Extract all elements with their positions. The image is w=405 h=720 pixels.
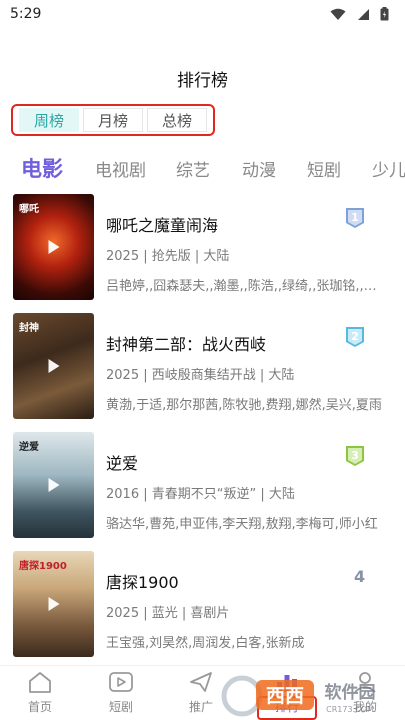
period-tabs: 周榜 月榜 总榜 [11, 104, 215, 136]
poster-caption: 哪吒 [19, 204, 39, 215]
rank-number: 2 [351, 330, 359, 343]
rank-number: 3 [351, 449, 359, 462]
tab-variety[interactable]: 综艺 [176, 150, 210, 186]
battery-icon [380, 7, 389, 21]
tab-monthly[interactable]: 月榜 [83, 108, 143, 132]
movie-cast: 骆达华,曹苑,申亚伟,李天翔,敖翔,李梅可,师小红 [106, 517, 378, 532]
tab-total[interactable]: 总榜 [147, 108, 207, 132]
movie-poster[interactable]: 哪吒 [13, 194, 94, 300]
movie-poster[interactable]: 逆爱 [13, 432, 94, 538]
movie-meta: 2016 | 青春期不只“叛逆” | 大陆 [106, 487, 295, 502]
signal-icon [358, 8, 369, 20]
tab-tv-series[interactable]: 电视剧 [95, 150, 146, 186]
nav-promote-label: 推广 [188, 700, 213, 714]
movie-cast: 王宝强,刘昊然,周润发,白客,张新成 [106, 636, 305, 651]
tab-kids[interactable]: 少儿 [372, 150, 405, 186]
nav-home-label: 首页 [27, 700, 52, 714]
rank-badge-icon: 2 [346, 327, 364, 347]
rank-number: 1 [351, 211, 359, 224]
rank-number: 4 [354, 567, 366, 586]
nav-home[interactable]: 首页 [10, 670, 70, 715]
category-tabs: 电影 电视剧 综艺 动漫 短剧 少儿 [0, 150, 405, 186]
status-icons [330, 7, 389, 21]
tab-anime[interactable]: 动漫 [242, 150, 276, 186]
play-icon [48, 597, 59, 611]
list-item[interactable]: 哪吒 哪吒之魔童闹海 2025 | 抢先版 | 大陆 吕艳婷,,囧森瑟夫,,瀚墨… [0, 190, 405, 300]
status-bar: 5:29 [0, 0, 405, 28]
poster-caption: 唐探1900 [19, 561, 67, 572]
movie-title: 哪吒之魔童闹海 [106, 216, 219, 235]
svg-text:CR173.COM: CR173.COM [326, 705, 374, 714]
poster-caption: 封神 [19, 323, 39, 334]
list-item[interactable]: 逆爱 逆爱 2016 | 青春期不只“叛逆” | 大陆 骆达华,曹苑,申亚伟,李… [0, 428, 405, 538]
poster-caption: 逆爱 [19, 442, 39, 453]
page-title: 排行榜 [177, 71, 228, 91]
rank-badge-icon: 3 [346, 446, 364, 466]
svg-text:软件园: 软件园 [325, 682, 376, 703]
movie-meta: 2025 | 抢先版 | 大陆 [106, 249, 230, 264]
rank-badge-icon: 1 [346, 208, 364, 228]
watermark-logo: 西西 软件园 CR173.COM [221, 675, 376, 717]
nav-short-drama-label: 短剧 [108, 700, 133, 714]
movie-poster[interactable]: 唐探1900 [13, 551, 94, 657]
wifi-icon [330, 8, 346, 20]
nav-short-drama[interactable]: 短剧 [91, 670, 151, 715]
list-item[interactable]: 封神 封神第二部：战火西岐 2025 | 西岐殷商集结开战 | 大陆 黄渤,于适… [0, 309, 405, 419]
movie-meta: 2025 | 蓝光 | 喜剧片 [106, 606, 230, 621]
movie-meta: 2025 | 西岐殷商集结开战 | 大陆 [106, 368, 295, 383]
status-time: 5:29 [10, 6, 42, 22]
play-icon [48, 359, 59, 373]
tab-movies[interactable]: 电影 [21, 150, 63, 186]
play-box-icon [109, 672, 133, 692]
movie-title: 逆爱 [106, 454, 139, 473]
play-icon [48, 478, 59, 492]
tab-weekly[interactable]: 周榜 [19, 108, 79, 132]
movie-cast: 黄渤,于适,那尔那茜,陈牧驰,费翔,娜然,吴兴,夏雨 [106, 398, 382, 413]
tab-short-drama[interactable]: 短剧 [307, 150, 341, 186]
play-icon [48, 240, 59, 254]
movie-title: 封神第二部：战火西岐 [106, 335, 267, 354]
svg-text:西西: 西西 [266, 685, 304, 707]
movie-title: 唐探1900 [106, 573, 179, 592]
movie-poster[interactable]: 封神 [13, 313, 94, 419]
home-icon [29, 672, 51, 693]
share-plane-icon [190, 672, 212, 692]
movie-cast: 吕艳婷,,囧森瑟夫,,瀚墨,,陈浩,,绿绮,,张珈铭,,杨卫 [106, 279, 384, 294]
list-item[interactable]: 唐探1900 唐探1900 2025 | 蓝光 | 喜剧片 王宝强,刘昊然,周润… [0, 547, 405, 657]
